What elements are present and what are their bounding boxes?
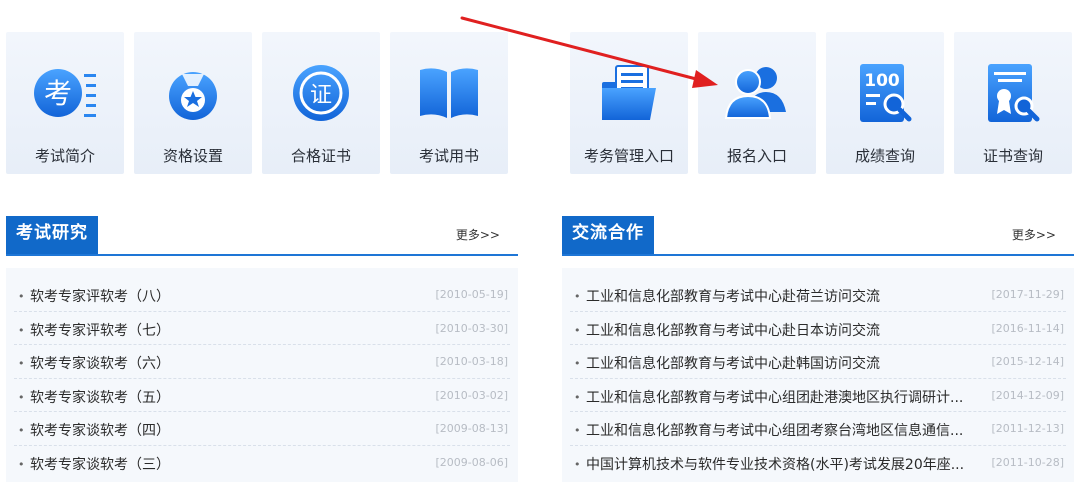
bullet-icon: • [574, 390, 581, 404]
tile-label: 考试用书 [418, 147, 479, 165]
bullet-icon: • [574, 290, 581, 303]
bullet-icon: • [18, 323, 25, 337]
tile-label: 资格设置 [162, 147, 223, 165]
bullet-icon: • [18, 424, 25, 438]
exchange-more-link[interactable]: 更多>> [1012, 226, 1056, 243]
book-icon [420, 68, 478, 118]
list-item[interactable]: • 中国计算机技术与软件专业技术资格(水平)考试发展20年座... [2011-10… [570, 446, 1066, 480]
list-item[interactable]: • 工业和信息化部教育与考试中心赴韩国访问交流 [2015-12-14] [570, 345, 1066, 379]
bullet-icon: • [574, 323, 581, 337]
tile-label: 考务管理入口 [583, 147, 674, 165]
tile-exam-management[interactable]: 考务管理入口 [570, 32, 688, 174]
exam-intro-icon: 考 [34, 69, 96, 117]
tile-label: 成绩查询 [854, 147, 915, 165]
exchange-list: • 工业和信息化部教育与考试中心赴荷兰访问交流 [2017-11-29] • 工业和信… [562, 268, 1074, 482]
tile-exam-intro[interactable]: 考 考试简介 [6, 32, 124, 174]
score-search-icon: 100 [860, 64, 912, 122]
medal-icon [169, 72, 217, 120]
tile-label: 考试简介 [34, 147, 95, 165]
bullet-icon: • [574, 357, 581, 371]
bullet-icon: • [574, 424, 581, 438]
research-title: 考试研究 [6, 216, 98, 254]
bullet-icon: • [18, 290, 25, 303]
tile-label: 合格证书 [290, 147, 351, 165]
exchange-header: 交流合作 更多>> [562, 216, 1074, 256]
list-item[interactable]: • 软考专家谈软考（五） [2010-03-02] [14, 379, 510, 413]
svg-text:证: 证 [310, 83, 332, 108]
users-icon [724, 67, 786, 119]
list-item[interactable]: • 工业和信息化部教育与考试中心赴日本访问交流 [2016-11-14] [570, 312, 1066, 346]
tile-certificate-query[interactable]: 证书查询 [954, 32, 1072, 174]
list-item[interactable]: • 软考专家评软考（八） [2010-05-19] [14, 278, 510, 312]
research-header: 考试研究 更多>> [6, 216, 518, 256]
bullet-icon: • [18, 390, 25, 404]
list-item[interactable]: • 软考专家谈软考（三） [2009-08-06] [14, 446, 510, 480]
list-item[interactable]: • 软考专家谈软考（六） [2010-03-18] [14, 345, 510, 379]
list-item[interactable]: • 工业和信息化部教育与考试中心赴荷兰访问交流 [2017-11-29] [570, 278, 1066, 312]
list-item[interactable]: • 软考专家谈软考（四） [2009-08-13] [14, 412, 510, 446]
list-item[interactable]: • 工业和信息化部教育与考试中心组团考察台湾地区信息通信... [2011-12-1… [570, 412, 1066, 446]
folder-document-icon [602, 65, 656, 120]
exchange-title: 交流合作 [562, 216, 654, 254]
tile-label: 证书查询 [982, 147, 1043, 165]
tile-qualification[interactable]: 资格设置 [134, 32, 252, 174]
bullet-icon: • [574, 457, 581, 471]
tile-registration[interactable]: 报名入口 [698, 32, 816, 174]
page: 考 考试简介 资格设置 证 合格证书 考试用书 考务管理入口 报名入口 100 … [0, 0, 1080, 488]
research-more-link[interactable]: 更多>> [456, 226, 500, 243]
certificate-icon: 证 [293, 65, 349, 121]
svg-text:100: 100 [864, 71, 900, 91]
svg-text:考: 考 [44, 77, 72, 110]
research-list: • 软考专家评软考（八） [2010-05-19] • 软考专家评软考（七） [2010… [6, 268, 518, 482]
list-item[interactable]: • 工业和信息化部教育与考试中心组团赴港澳地区执行调研计... [2014-12-0… [570, 379, 1066, 413]
list-item[interactable]: • 软考专家评软考（七） [2010-03-30] [14, 312, 510, 346]
tile-score-query[interactable]: 100 成绩查询 [826, 32, 944, 174]
tile-exam-books[interactable]: 考试用书 [390, 32, 508, 174]
tile-label: 报名入口 [726, 147, 787, 165]
bullet-icon: • [18, 357, 25, 371]
certificate-search-icon [988, 64, 1040, 122]
tile-certificate[interactable]: 证 合格证书 [262, 32, 380, 174]
bullet-icon: • [18, 457, 25, 471]
